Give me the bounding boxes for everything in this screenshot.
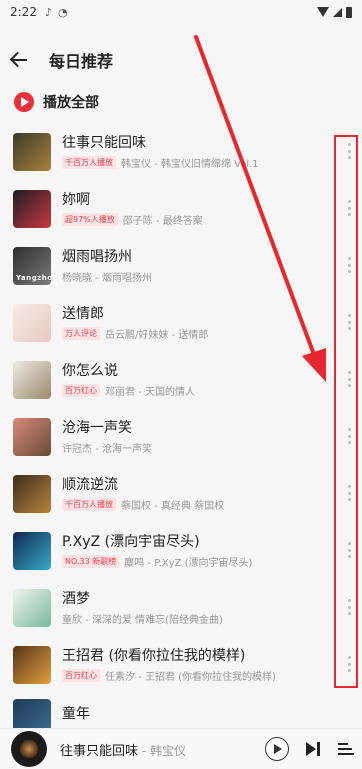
- play-all-button[interactable]: 播放全部: [14, 90, 99, 114]
- song-title: 妳啊: [62, 191, 90, 208]
- song-artist: 许冠杰 - 沧海一声笑: [62, 443, 152, 455]
- list-item[interactable]: 酒梦童欣 - 深深的爱 情难忘(陪经典金曲): [0, 579, 362, 636]
- song-cover: [13, 645, 51, 684]
- play-pause-button[interactable]: [265, 737, 289, 761]
- song-tag: NO.33 新歌榜: [62, 554, 120, 568]
- now-playing-separator: -: [138, 743, 150, 758]
- song-title: 童年: [62, 706, 90, 722]
- song-cover: [13, 417, 51, 456]
- song-cover: [13, 132, 51, 171]
- song-tag: 千百万人播放: [62, 155, 116, 169]
- list-item[interactable]: 王招君 (你看你拉住我的模样) 百万红心 任素汐 - 王招君 (你看你拉住我的模样): [0, 636, 362, 693]
- song-artist: 邓丽君 - 天国的情人: [105, 386, 195, 398]
- song-artist: 任素汐 - 王招君 (你看你拉住我的模样): [105, 671, 276, 683]
- play-all-label: 播放全部: [43, 95, 99, 111]
- cover-text: Yangzhou: [16, 273, 51, 282]
- song-title: 往事只能回味: [62, 134, 146, 151]
- song-title: P.XyZ (漂向宇宙尽头): [62, 533, 200, 550]
- now-playing-title: 往事只能回味: [60, 743, 139, 759]
- song-artist: 童欣 - 深深的爱 情难忘(陪经典金曲): [62, 614, 223, 626]
- list-item[interactable]: 顺流逆流千百万人播放 蔡国权 - 真经典 蔡国权: [0, 465, 362, 522]
- song-artist: 蔡国权 - 真经典 蔡国权: [121, 500, 225, 512]
- song-cover: Yangzhou: [13, 246, 51, 285]
- play-circle-icon: [14, 92, 34, 112]
- page-title: 每日推荐: [49, 52, 114, 71]
- signal-icon: [333, 7, 342, 17]
- list-item[interactable]: 送情郎万人评论 岳云鹏/好妹妹 - 送情郎: [0, 294, 362, 351]
- status-bar: 2:22 ♪ ◔: [0, 0, 362, 24]
- song-tag: 百万红心: [62, 383, 100, 397]
- song-tag: 千百万人播放: [62, 497, 116, 511]
- next-track-button[interactable]: [305, 741, 321, 757]
- arrow-left-icon[interactable]: [9, 50, 29, 70]
- song-cover: [13, 474, 51, 513]
- song-tag: 百万红心: [62, 668, 100, 682]
- album-disc[interactable]: [11, 731, 47, 767]
- music-note-icon: ♪: [44, 5, 52, 19]
- song-artist: 韩宝仪 - 韩宝仪旧情绵绵 Vol.1: [121, 158, 259, 170]
- clock-icon: ◔: [57, 5, 68, 19]
- song-title: 送情郎: [62, 305, 104, 322]
- song-cover: [13, 189, 51, 228]
- song-artist: 邵子陈 - 最终答案: [122, 215, 203, 227]
- list-item[interactable]: P.XyZ (漂向宇宙尽头) NO.33 新歌榜 麋鸣 - P.XyZ (漂向宇宙尽…: [0, 522, 362, 579]
- battery-icon: [346, 6, 352, 18]
- song-tag: 万人评论: [62, 326, 100, 340]
- song-cover: [13, 360, 51, 399]
- song-title: 顺流逆流: [62, 476, 118, 493]
- wifi-icon: [317, 7, 329, 17]
- playlist-button[interactable]: [338, 742, 354, 756]
- song-title: 你怎么说: [62, 362, 118, 379]
- song-artist: 麋鸣 - P.XyZ (漂向宇宙尽头): [124, 557, 253, 569]
- list-item[interactable]: 妳啊超97%人播放 邵子陈 - 最终答案: [0, 180, 362, 237]
- song-title: 沧海一声笑: [62, 419, 132, 436]
- song-title: 酒梦: [62, 590, 90, 607]
- song-list: 往事只能回味 千百万人播放 韩宝仪 - 韩宝仪旧情绵绵 Vol.1 妳啊 超97%人播放…: [0, 123, 362, 693]
- list-item[interactable]: 往事只能回味 千百万人播放 韩宝仪 - 韩宝仪旧情绵绵 Vol.1: [0, 123, 362, 180]
- header: 每日推荐: [0, 42, 362, 78]
- song-title: 烟雨唱扬州: [62, 248, 132, 265]
- song-cover: [13, 699, 51, 729]
- song-title: 王招君 (你看你拉住我的模样): [62, 647, 246, 664]
- mini-player[interactable]: 往事只能回味 - 韩宝仪: [0, 728, 362, 769]
- song-tag: 超97%人播放: [62, 212, 118, 226]
- song-artist: 岳云鹏/好妹妹 - 送情郎: [105, 329, 209, 341]
- annotation-box: [334, 135, 358, 688]
- now-playing-artist: 韩宝仪: [149, 743, 186, 758]
- song-cover: [13, 303, 51, 342]
- list-item[interactable]: 你怎么说百万红心 邓丽君 - 天国的情人: [0, 351, 362, 408]
- status-time: 2:22: [10, 5, 37, 19]
- list-item-partial[interactable]: 童年: [0, 699, 362, 729]
- song-cover: [13, 531, 51, 570]
- song-cover: [13, 588, 51, 627]
- list-item[interactable]: 沧海一声笑许冠杰 - 沧海一声笑: [0, 408, 362, 465]
- song-artist: 杨晓晓 - 烟雨唱扬州: [62, 272, 152, 284]
- list-item[interactable]: Yangzhou 烟雨唱扬州杨晓晓 - 烟雨唱扬州: [0, 237, 362, 294]
